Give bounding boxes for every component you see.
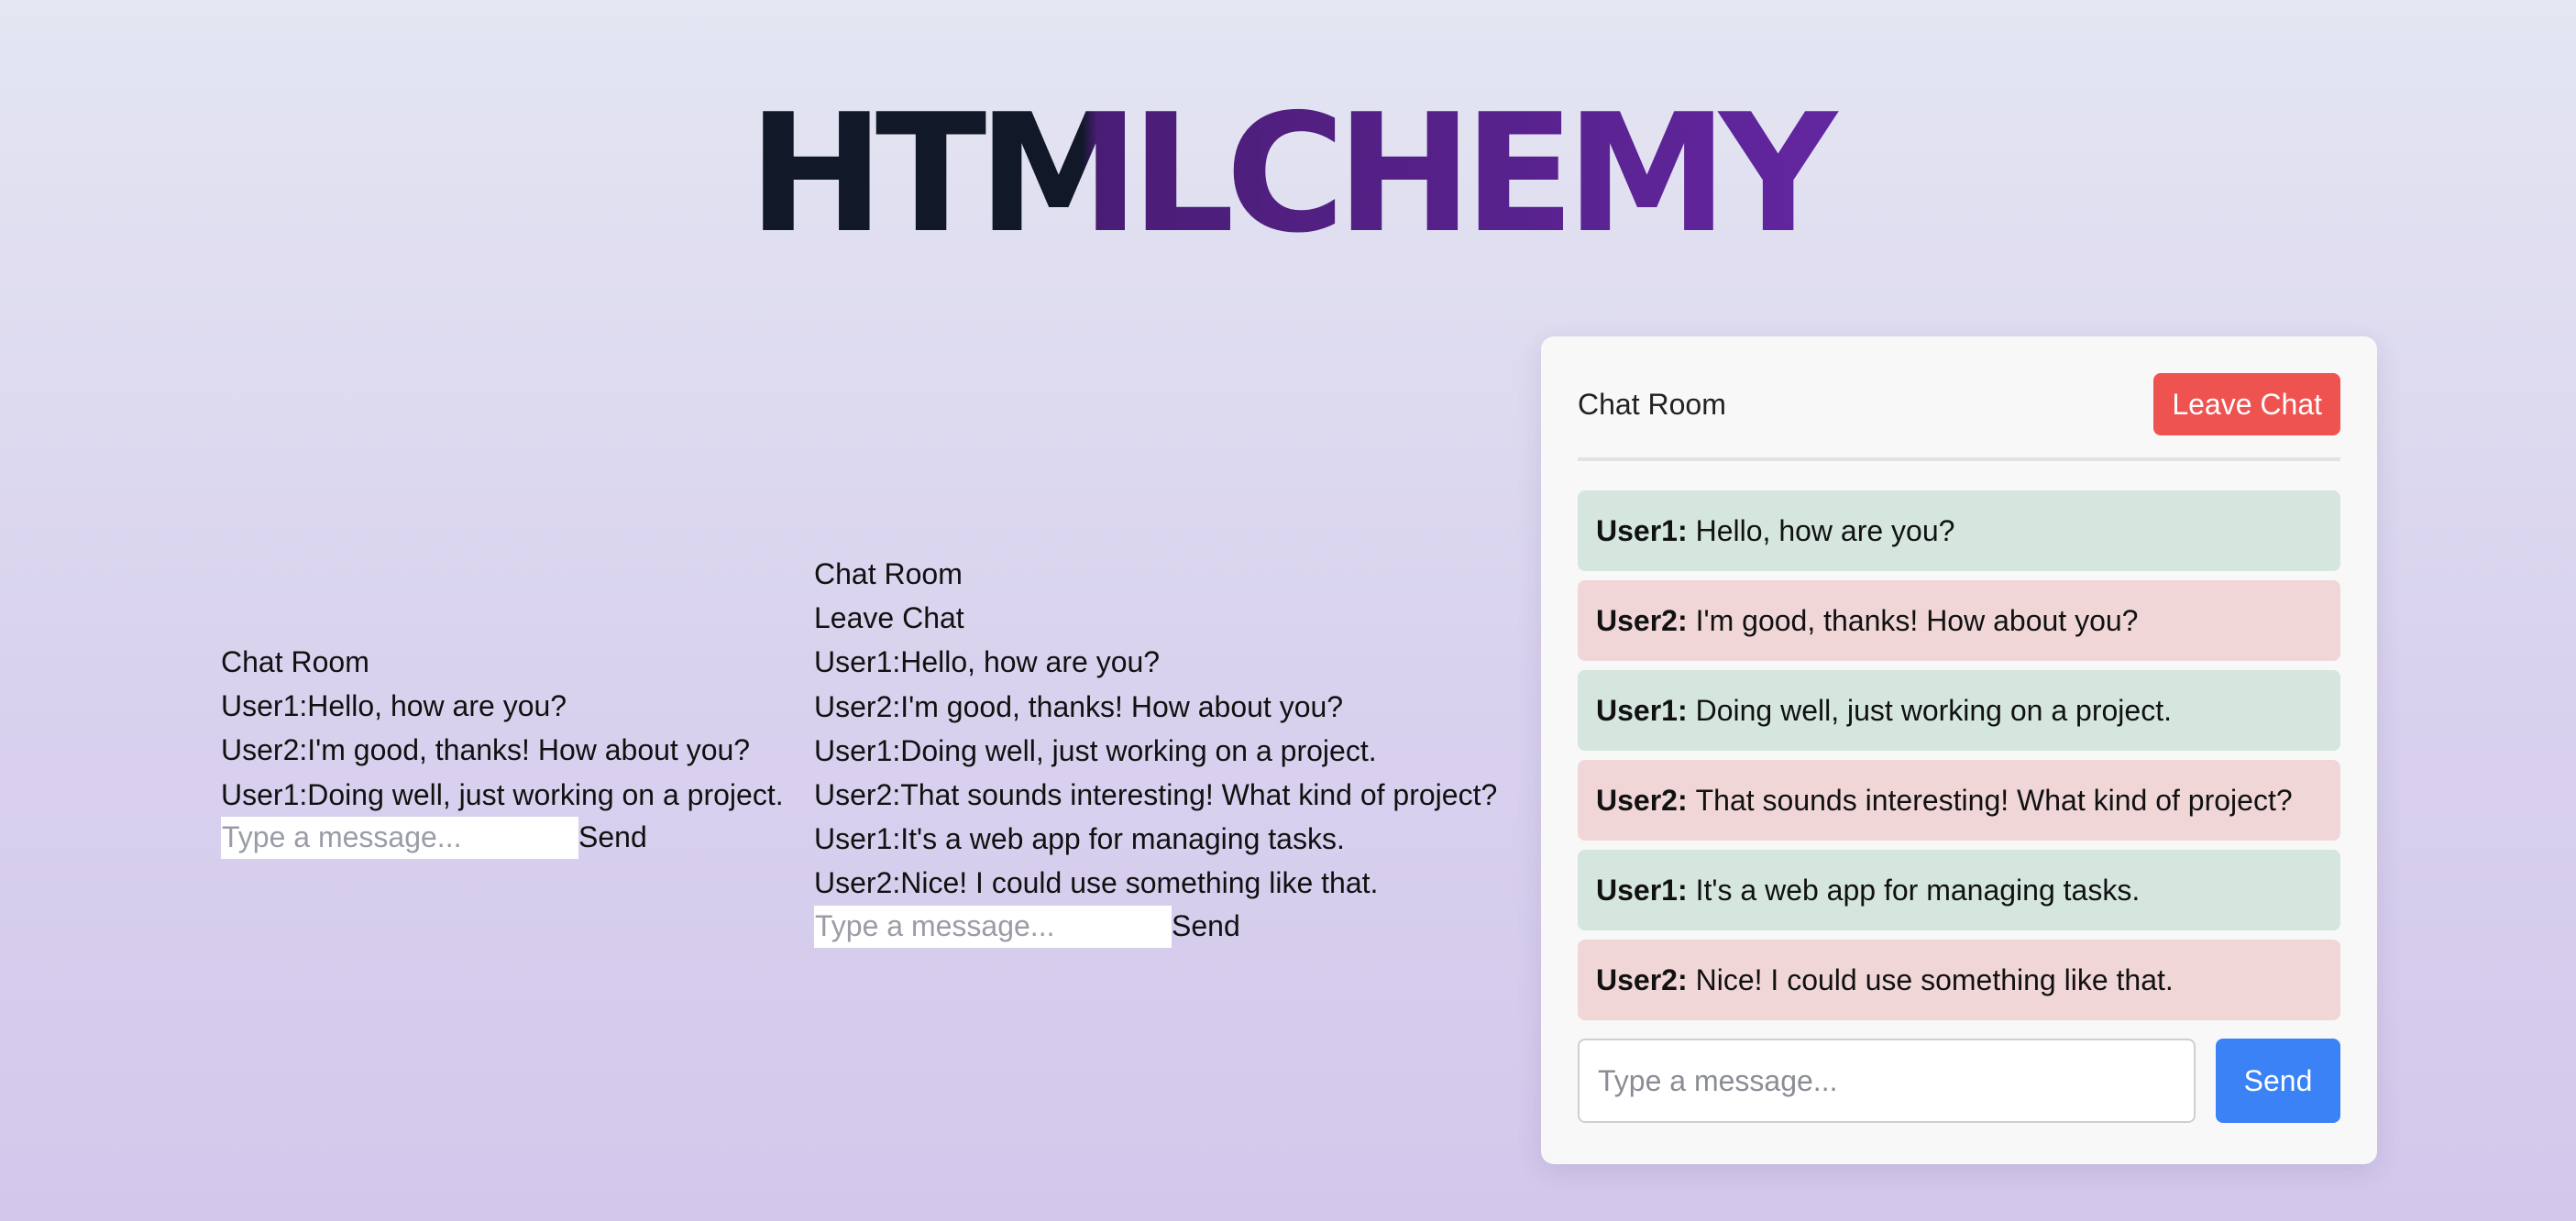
- plain-input-row: Send: [221, 816, 784, 859]
- plain-message: User2:Nice! I could use something like t…: [814, 866, 1379, 900]
- plain-message: User1:It's a web app for managing tasks.: [814, 822, 1345, 856]
- message-item: User2: Nice! I could use something like …: [1578, 940, 2340, 1020]
- plain-chat-title: Chat Room: [814, 557, 963, 590]
- message-list: User1: Hello, how are you? User2: I'm go…: [1578, 490, 2340, 1020]
- plain-message: User2:I'm good, thanks! How about you?: [221, 733, 751, 767]
- chat-card: Chat Room Leave Chat User1: Hello, how a…: [1541, 336, 2377, 1164]
- plain-message: User2:I'm good, thanks! How about you?: [814, 689, 1344, 723]
- message-text: That sounds interesting! What kind of pr…: [1695, 783, 2293, 817]
- message-item: User2: That sounds interesting! What kin…: [1578, 760, 2340, 841]
- message-sender: User2:: [1596, 603, 1688, 637]
- chat-title: Chat Room: [1578, 387, 1726, 421]
- message-item: User2: I'm good, thanks! How about you?: [1578, 580, 2340, 661]
- message-item: User1: It's a web app for managing tasks…: [1578, 850, 2340, 930]
- message-text: Hello, how are you?: [1695, 513, 1955, 547]
- message-sender: User1:: [1596, 513, 1688, 547]
- send-button[interactable]: Send: [2216, 1039, 2340, 1123]
- message-text: It's a web app for managing tasks.: [1695, 873, 2141, 907]
- message-sender: User1:: [1596, 873, 1688, 907]
- message-text: Nice! I could use something like that.: [1695, 962, 2174, 996]
- message-sender: User1:: [1596, 693, 1688, 727]
- chat-header: Chat Room Leave Chat: [1578, 371, 2340, 461]
- leave-chat-button[interactable]: Leave Chat: [2153, 373, 2340, 435]
- message-text: Doing well, just working on a project.: [1695, 693, 2172, 727]
- plain-chat-short: Chat Room User1:Hello, how are you? User…: [221, 640, 784, 859]
- plain-send-button[interactable]: Send: [1172, 909, 1240, 943]
- message-sender: User2:: [1596, 783, 1688, 817]
- plain-message-input[interactable]: [221, 816, 578, 859]
- message-item: User1: Doing well, just working on a pro…: [1578, 670, 2340, 751]
- plain-leave-chat-button[interactable]: Leave Chat: [814, 596, 1497, 640]
- plain-message: User1:Hello, how are you?: [221, 689, 567, 723]
- message-text: I'm good, thanks! How about you?: [1695, 603, 2139, 637]
- plain-chat-full: Chat Room Leave Chat User1:Hello, how ar…: [814, 552, 1497, 948]
- plain-message-input[interactable]: [814, 905, 1172, 948]
- message-item: User1: Hello, how are you?: [1578, 490, 2340, 571]
- plain-message: User1:Doing well, just working on a proj…: [221, 777, 784, 811]
- plain-chat-title: Chat Room: [221, 645, 369, 678]
- message-input-row: Send: [1578, 1039, 2340, 1123]
- plain-send-button[interactable]: Send: [578, 820, 647, 854]
- plain-message: User2:That sounds interesting! What kind…: [814, 778, 1498, 812]
- plain-message: User1:Doing well, just working on a proj…: [814, 733, 1377, 767]
- plain-input-row: Send: [814, 905, 1497, 948]
- app-logo: HTMLCHEMY: [0, 90, 2576, 258]
- message-sender: User2:: [1596, 962, 1688, 996]
- message-input[interactable]: [1578, 1039, 2196, 1123]
- plain-message: User1:Hello, how are you?: [814, 645, 1161, 679]
